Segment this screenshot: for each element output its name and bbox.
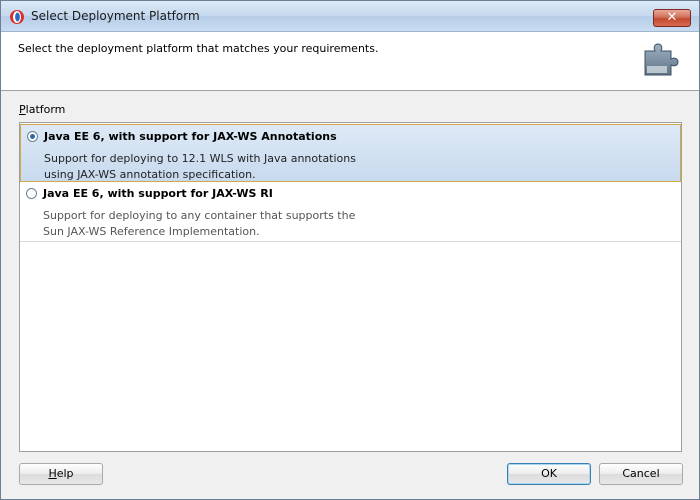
close-icon: ✕ [666, 10, 678, 25]
option-title: Java EE 6, with support for JAX-WS Annot… [44, 130, 337, 143]
option-jaxws-annotations[interactable]: Java EE 6, with support for JAX-WS Annot… [20, 124, 681, 182]
platform-label: Platform [19, 103, 66, 116]
window-title: Select Deployment Platform [31, 9, 200, 23]
cancel-button[interactable]: Cancel [599, 463, 683, 485]
option-description-line-2: using JAX-WS annotation specification. [44, 168, 256, 181]
dialog-header: Select the deployment platform that matc… [1, 32, 699, 91]
title-bar[interactable]: Select Deployment Platform ✕ [1, 1, 699, 32]
radio-jaxws-annotations[interactable] [27, 131, 38, 142]
option-description-line-2: Sun JAX-WS Reference Implementation. [43, 225, 260, 238]
ok-button[interactable]: OK [507, 463, 591, 485]
radio-jaxws-ri[interactable] [26, 188, 37, 199]
header-instruction: Select the deployment platform that matc… [18, 42, 379, 55]
option-title: Java EE 6, with support for JAX-WS RI [43, 187, 273, 200]
radio-selected-dot [30, 134, 35, 139]
option-jaxws-ri[interactable]: Java EE 6, with support for JAX-WS RI Su… [20, 183, 681, 242]
close-button[interactable]: ✕ [653, 9, 691, 27]
option-description-line-1: Support for deploying to any container t… [43, 209, 356, 222]
deployment-platform-dialog: Select Deployment Platform ✕ Select the … [0, 0, 700, 500]
platform-list[interactable]: Java EE 6, with support for JAX-WS Annot… [19, 122, 682, 452]
option-description-line-1: Support for deploying to 12.1 WLS with J… [44, 152, 356, 165]
oracle-app-icon [10, 10, 24, 24]
help-button[interactable]: Help [19, 463, 103, 485]
puzzle-piece-icon [644, 43, 679, 76]
